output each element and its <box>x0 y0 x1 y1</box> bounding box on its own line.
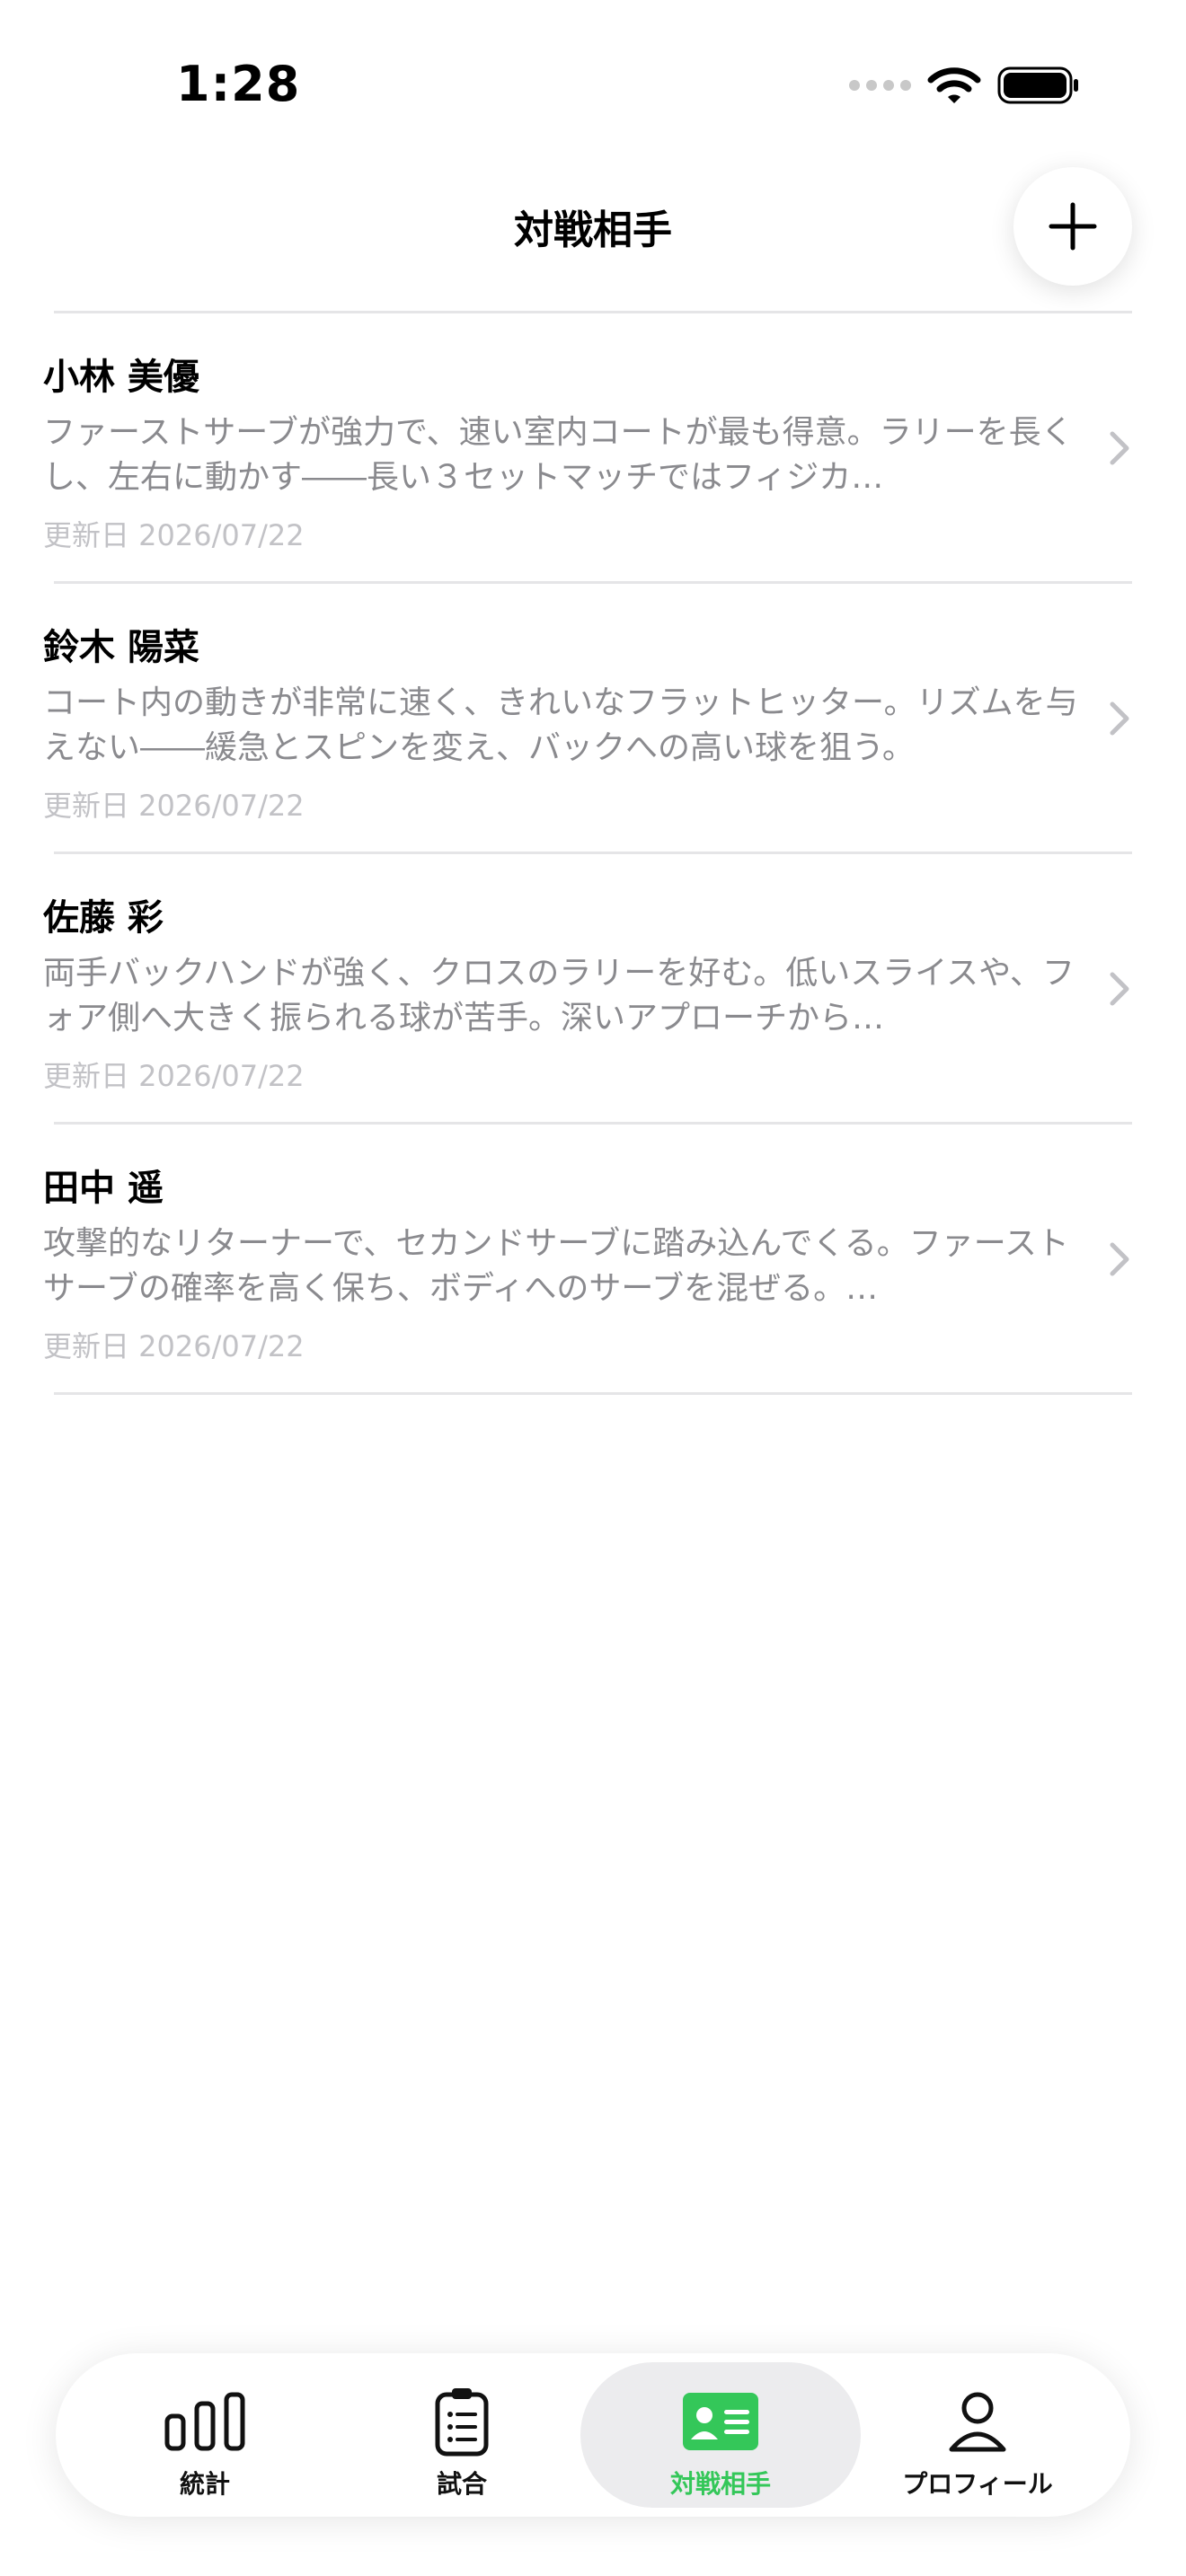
plus-icon <box>1049 202 1097 251</box>
opponent-name: 田中 遥 <box>43 1168 164 1209</box>
chevron-right-icon <box>1110 431 1129 465</box>
tab-label: 試合 <box>436 2469 487 2499</box>
wifi-icon <box>927 66 981 105</box>
status-bar: 1:28 <box>0 0 1186 171</box>
opponent-updated-date: 更新日 2026/07/22 <box>43 1059 305 1093</box>
tab-bar: 統計 試合 対戦相手 プロフィール <box>56 2353 1130 2517</box>
add-opponent-button[interactable] <box>1013 167 1132 286</box>
tab-matches[interactable]: 試合 <box>322 2362 602 2508</box>
opponent-name: 鈴木 陽菜 <box>43 627 199 668</box>
opponent-row[interactable]: 佐藤 彩 両手バックハンドが強く、クロスのラリーを好む。低いスライスや、フォア側… <box>0 854 1186 1122</box>
chevron-right-icon <box>1110 701 1129 736</box>
opponent-name: 佐藤 彩 <box>43 897 164 939</box>
chevron-right-icon <box>1110 972 1129 1006</box>
opponent-updated-date: 更新日 2026/07/22 <box>43 518 305 552</box>
opponent-notes: ファーストサーブが強力で、速い室内コートが最も得意。ラリーを長くし、左右に動かす… <box>43 414 1074 496</box>
page-title: 対戦相手 <box>514 207 672 253</box>
opponent-notes: 両手バックハンドが強く、クロスのラリーを好む。低いスライスや、フォア側へ大きく振… <box>43 955 1075 1037</box>
clipboard-icon <box>435 2388 489 2457</box>
opponent-row[interactable]: 田中 遥 攻撃的なリターナーで、セカンドサーブに踏み込んでくる。ファーストサーブ… <box>0 1125 1186 1392</box>
cellular-signal-icon <box>849 80 911 91</box>
list-divider <box>54 1392 1132 1395</box>
person-icon <box>949 2392 1006 2452</box>
tab-label: プロフィール <box>902 2469 1053 2499</box>
opponent-notes: コート内の動きが非常に速く、きれいなフラットヒッター。リズムを与えない――緩急と… <box>43 684 1078 766</box>
tab-opponents[interactable]: 対戦相手 <box>580 2362 861 2508</box>
status-time: 1:28 <box>176 56 301 112</box>
opponent-updated-date: 更新日 2026/07/22 <box>43 1329 305 1363</box>
opponent-list: 小林 美優 ファーストサーブが強力で、速い室内コートが最も得意。ラリーを長くし、… <box>0 311 1186 1395</box>
status-icons <box>849 63 1080 108</box>
tab-label: 対戦相手 <box>669 2469 771 2499</box>
opponent-row[interactable]: 小林 美優 ファーストサーブが強力で、速い室内コートが最も得意。ラリーを長くし、… <box>0 313 1186 581</box>
contact-card-icon <box>683 2393 758 2450</box>
tab-profile[interactable]: プロフィール <box>837 2362 1118 2508</box>
tab-stats[interactable]: 統計 <box>65 2362 345 2508</box>
opponent-row[interactable]: 鈴木 陽菜 コート内の動きが非常に速く、きれいなフラットヒッター。リズムを与えな… <box>0 584 1186 851</box>
bar-chart-icon <box>164 2392 245 2451</box>
opponent-updated-date: 更新日 2026/07/22 <box>43 789 305 823</box>
chevron-right-icon <box>1110 1242 1129 1276</box>
opponent-name: 小林 美優 <box>43 357 199 398</box>
battery-icon <box>997 66 1080 105</box>
opponent-notes: 攻撃的なリターナーで、セカンドサーブに踏み込んでくる。ファーストサーブの確率を高… <box>43 1225 1069 1307</box>
tab-label: 統計 <box>179 2469 230 2499</box>
